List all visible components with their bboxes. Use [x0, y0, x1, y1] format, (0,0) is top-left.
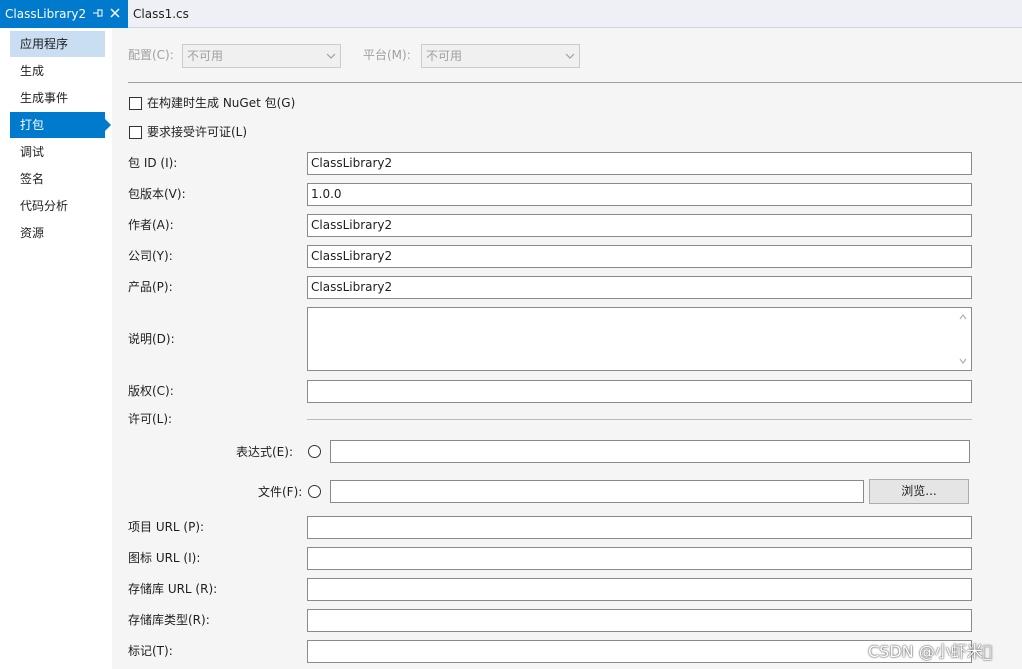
- project-url-input[interactable]: [307, 516, 972, 539]
- license-accept-checkbox[interactable]: [129, 126, 142, 139]
- file-radio[interactable]: [308, 485, 321, 498]
- icon-url-label: 图标 URL (I):: [128, 551, 201, 565]
- tab-classlibrary2[interactable]: ClassLibrary2: [0, 0, 128, 28]
- expression-radio[interactable]: [308, 445, 321, 458]
- copyright-label: 版权(C):: [128, 384, 174, 398]
- tab-classlibrary2-label: ClassLibrary2: [5, 7, 87, 21]
- nav-item-resources[interactable]: 资源: [10, 220, 105, 246]
- company-label: 公司(Y):: [128, 249, 173, 263]
- license-separator: [307, 419, 972, 420]
- package-id-label: 包 ID (I):: [128, 156, 178, 170]
- file-label: 文件(F):: [258, 485, 303, 499]
- platform-dropdown[interactable]: 不可用: [421, 44, 580, 68]
- tab-class1-cs-label: Class1.cs: [133, 7, 189, 21]
- product-input[interactable]: ClassLibrary2: [307, 276, 972, 299]
- description-textarea[interactable]: [307, 307, 972, 371]
- chevron-down-icon[interactable]: [959, 358, 967, 364]
- expression-label: 表达式(E):: [236, 445, 293, 459]
- authors-input[interactable]: ClassLibrary2: [307, 214, 972, 237]
- nav-item-code-analysis[interactable]: 代码分析: [10, 193, 105, 219]
- description-label: 说明(D):: [128, 332, 175, 346]
- csdn-watermark: CSDN @小虾米 : [868, 642, 993, 661]
- nav-item-application[interactable]: 应用程序: [10, 31, 105, 57]
- authors-label: 作者(A):: [128, 218, 174, 232]
- nav-item-build[interactable]: 生成: [10, 58, 105, 84]
- repo-url-input[interactable]: [307, 578, 972, 601]
- file-input[interactable]: [330, 480, 864, 503]
- property-page-nav: 应用程序 生成 生成事件 打包 调试 签名 代码分析 资源: [0, 28, 112, 669]
- package-properties-panel: 配置(C): 不可用 平台(M): 不可用 在构建时生成 NuGet 包(G) …: [112, 28, 1022, 669]
- chevron-up-icon[interactable]: [959, 314, 967, 320]
- version-input[interactable]: 1.0.0: [307, 183, 972, 206]
- nav-item-build-events[interactable]: 生成事件: [10, 85, 105, 111]
- version-label: 包版本(V):: [128, 187, 186, 201]
- config-label: 配置(C):: [128, 48, 174, 62]
- nuget-checkbox-label: 在构建时生成 NuGet 包(G): [147, 96, 296, 110]
- project-url-label: 项目 URL (P):: [128, 520, 205, 534]
- browse-button[interactable]: 浏览...: [869, 479, 969, 504]
- pin-icon[interactable]: [92, 7, 104, 19]
- copyright-input[interactable]: [307, 380, 972, 403]
- nav-item-signing[interactable]: 签名: [10, 166, 105, 192]
- product-label: 产品(P):: [128, 280, 173, 294]
- document-tab-strip: ClassLibrary2 Class1.cs: [0, 0, 1022, 28]
- close-icon[interactable]: [108, 6, 122, 20]
- company-input[interactable]: ClassLibrary2: [307, 245, 972, 268]
- repo-type-input[interactable]: [307, 609, 972, 632]
- repo-url-label: 存储库 URL (R):: [128, 582, 218, 596]
- package-id-input[interactable]: ClassLibrary2: [307, 152, 972, 175]
- chevron-down-icon: [326, 53, 336, 59]
- chevron-down-icon: [565, 53, 575, 59]
- config-dropdown[interactable]: 不可用: [182, 44, 341, 68]
- icon-url-input[interactable]: [307, 547, 972, 570]
- platform-label: 平台(M):: [363, 48, 411, 62]
- config-dropdown-value: 不可用: [187, 49, 224, 63]
- repo-type-label: 存储库类型(R):: [128, 613, 210, 627]
- tab-class1-cs[interactable]: Class1.cs: [128, 0, 198, 28]
- tags-label: 标记(T):: [128, 644, 173, 658]
- license-label: 许可(L):: [128, 412, 173, 426]
- expression-input[interactable]: [330, 440, 970, 463]
- nav-item-package[interactable]: 打包: [10, 112, 111, 138]
- nav-item-debug[interactable]: 调试: [10, 139, 105, 165]
- license-accept-checkbox-label: 要求接受许可证(L): [147, 125, 248, 139]
- config-separator: [128, 82, 1022, 83]
- nuget-checkbox[interactable]: [129, 97, 142, 110]
- description-scrollbar[interactable]: [955, 308, 971, 370]
- platform-dropdown-value: 不可用: [426, 49, 463, 63]
